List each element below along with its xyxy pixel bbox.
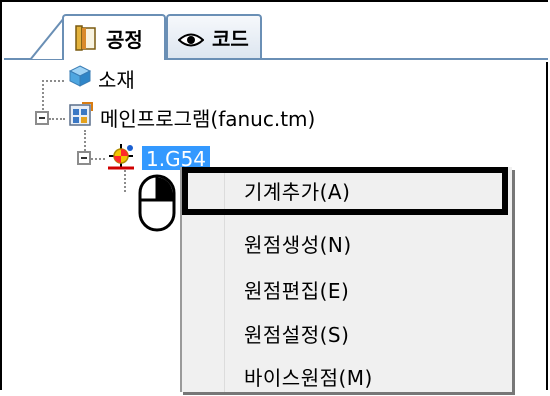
tree-item-label: 메인프로그램(fanuc.tm) bbox=[100, 107, 316, 131]
tab-code[interactable]: 코드 bbox=[166, 14, 262, 58]
tab-process-label: 공정 bbox=[106, 27, 143, 52]
collapse-toggle[interactable] bbox=[35, 111, 49, 125]
menu-item-vise-origin[interactable]: 바이스원점(M) bbox=[182, 356, 512, 396]
tree-item-material[interactable]: 소재 bbox=[68, 64, 135, 93]
tree-item-main-program[interactable]: 메인프로그램(fanuc.tm) bbox=[68, 102, 315, 133]
program-icon bbox=[68, 102, 94, 133]
menu-item-label: 원점편집(E) bbox=[244, 278, 350, 303]
mouse-right-click-icon bbox=[128, 170, 184, 234]
menu-item-edit-origin[interactable]: 원점편집(E) bbox=[182, 269, 512, 309]
cube-icon bbox=[68, 64, 92, 93]
menu-item-label: 바이스원점(M) bbox=[244, 365, 373, 390]
menu-item-label: 원점생성(N) bbox=[244, 232, 352, 257]
menu-item-set-origin[interactable]: 원점설정(S) bbox=[182, 313, 512, 353]
tree-connector bbox=[49, 118, 65, 120]
menu-item-create-origin[interactable]: 원점생성(N) bbox=[182, 223, 512, 263]
tree-connector bbox=[42, 80, 64, 82]
document-icon bbox=[74, 24, 98, 52]
menu-item-label: 원점설정(S) bbox=[244, 322, 350, 347]
eye-icon bbox=[177, 29, 205, 47]
collapse-toggle[interactable] bbox=[77, 151, 91, 165]
context-menu: 기계추가(A) 원점생성(N) 원점편집(E) 원점설정(S) 바이스원점(M) bbox=[180, 167, 512, 392]
tab-process[interactable]: 공정 bbox=[62, 14, 166, 60]
tree-connector bbox=[91, 158, 105, 160]
menu-item-label: 기계추가(A) bbox=[244, 179, 351, 204]
process-panel: 공정 코드 소재 메인프로그램(fanuc.tm) 1.G54 기계추가(A) … bbox=[0, 0, 548, 392]
tree-item-label: 소재 bbox=[98, 68, 135, 92]
tab-strip: 공정 코드 bbox=[2, 2, 548, 62]
menu-item-add-machine[interactable]: 기계추가(A) bbox=[182, 170, 512, 210]
tab-code-label: 코드 bbox=[212, 26, 249, 51]
